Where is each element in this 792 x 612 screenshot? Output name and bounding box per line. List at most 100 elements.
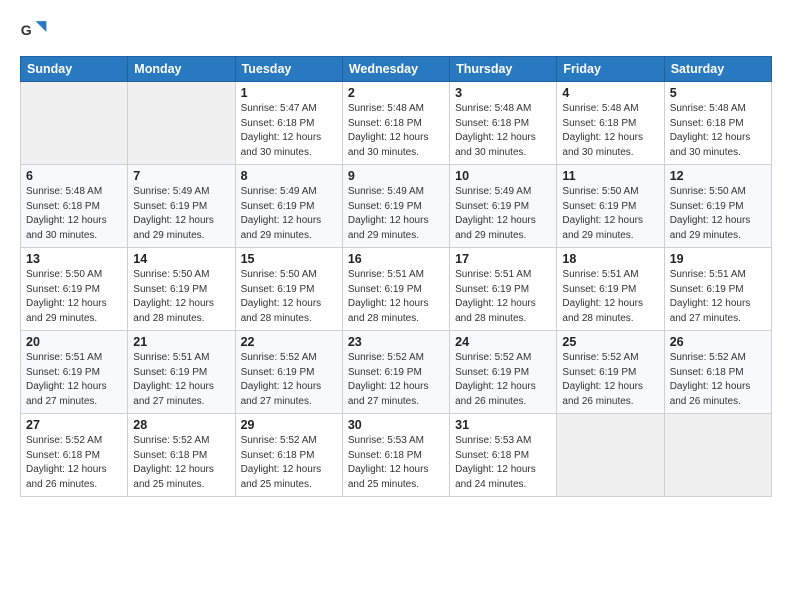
day-info: Sunrise: 5:49 AM Sunset: 6:19 PM Dayligh… — [241, 185, 337, 243]
day-number: 9 — [348, 169, 444, 183]
weekday-header-sunday: Sunday — [21, 57, 128, 82]
day-info: Sunrise: 5:48 AM Sunset: 6:18 PM Dayligh… — [455, 102, 551, 160]
calendar-cell — [557, 414, 664, 497]
day-number: 20 — [26, 335, 122, 349]
day-info: Sunrise: 5:50 AM Sunset: 6:19 PM Dayligh… — [670, 185, 766, 243]
day-info: Sunrise: 5:47 AM Sunset: 6:18 PM Dayligh… — [241, 102, 337, 160]
calendar-cell: 9 Sunrise: 5:49 AM Sunset: 6:19 PM Daylig… — [342, 165, 449, 248]
day-number: 23 — [348, 335, 444, 349]
calendar-cell: 12 Sunrise: 5:50 AM Sunset: 6:19 PM Dayli… — [664, 165, 771, 248]
logo: G — [20, 18, 52, 46]
day-info: Sunrise: 5:49 AM Sunset: 6:19 PM Dayligh… — [455, 185, 551, 243]
day-info: Sunrise: 5:48 AM Sunset: 6:18 PM Dayligh… — [562, 102, 658, 160]
calendar-cell: 11 Sunrise: 5:50 AM Sunset: 6:19 PM Dayli… — [557, 165, 664, 248]
day-number: 30 — [348, 418, 444, 432]
day-number: 18 — [562, 252, 658, 266]
day-number: 14 — [133, 252, 229, 266]
calendar-cell: 20 Sunrise: 5:51 AM Sunset: 6:19 PM Dayli… — [21, 331, 128, 414]
page: G SundayMondayTuesdayWednesdayThursdayFr… — [0, 0, 792, 612]
day-info: Sunrise: 5:53 AM Sunset: 6:18 PM Dayligh… — [348, 434, 444, 492]
weekday-header-saturday: Saturday — [664, 57, 771, 82]
calendar-cell: 29 Sunrise: 5:52 AM Sunset: 6:18 PM Dayli… — [235, 414, 342, 497]
calendar-cell — [128, 82, 235, 165]
calendar-cell: 6 Sunrise: 5:48 AM Sunset: 6:18 PM Daylig… — [21, 165, 128, 248]
header: G — [20, 18, 772, 46]
day-info: Sunrise: 5:48 AM Sunset: 6:18 PM Dayligh… — [348, 102, 444, 160]
calendar-cell: 4 Sunrise: 5:48 AM Sunset: 6:18 PM Daylig… — [557, 82, 664, 165]
calendar-cell: 19 Sunrise: 5:51 AM Sunset: 6:19 PM Dayli… — [664, 248, 771, 331]
day-info: Sunrise: 5:50 AM Sunset: 6:19 PM Dayligh… — [241, 268, 337, 326]
day-info: Sunrise: 5:48 AM Sunset: 6:18 PM Dayligh… — [26, 185, 122, 243]
calendar-cell: 31 Sunrise: 5:53 AM Sunset: 6:18 PM Dayli… — [450, 414, 557, 497]
svg-text:G: G — [21, 22, 32, 38]
calendar-cell — [664, 414, 771, 497]
calendar-cell: 17Sunrise: 5:51 AM Sunset: 6:19 PM Dayli… — [450, 248, 557, 331]
day-info: Sunrise: 5:51 AM Sunset: 6:19 PM Dayligh… — [26, 351, 122, 409]
day-number: 2 — [348, 86, 444, 100]
calendar-cell: 30 Sunrise: 5:53 AM Sunset: 6:18 PM Dayli… — [342, 414, 449, 497]
day-number: 10 — [455, 169, 551, 183]
day-info: Sunrise: 5:51 AM Sunset: 6:19 PM Dayligh… — [348, 268, 444, 326]
day-number: 24 — [455, 335, 551, 349]
day-number: 25 — [562, 335, 658, 349]
weekday-header-wednesday: Wednesday — [342, 57, 449, 82]
week-row-1: 1 Sunrise: 5:47 AM Sunset: 6:18 PM Daylig… — [21, 82, 772, 165]
day-number: 1 — [241, 86, 337, 100]
weekday-header-friday: Friday — [557, 57, 664, 82]
day-number: 11 — [562, 169, 658, 183]
calendar-cell: 28 Sunrise: 5:52 AM Sunset: 6:18 PM Dayli… — [128, 414, 235, 497]
week-row-3: 13 Sunrise: 5:50 AM Sunset: 6:19 PM Dayli… — [21, 248, 772, 331]
week-row-2: 6 Sunrise: 5:48 AM Sunset: 6:18 PM Daylig… — [21, 165, 772, 248]
day-number: 21 — [133, 335, 229, 349]
calendar-cell: 26 Sunrise: 5:52 AM Sunset: 6:18 PM Dayli… — [664, 331, 771, 414]
calendar-cell: 8 Sunrise: 5:49 AM Sunset: 6:19 PM Daylig… — [235, 165, 342, 248]
day-number: 29 — [241, 418, 337, 432]
week-row-5: 27Sunrise: 5:52 AM Sunset: 6:18 PM Dayli… — [21, 414, 772, 497]
calendar-cell: 21 Sunrise: 5:51 AM Sunset: 6:19 PM Dayli… — [128, 331, 235, 414]
day-info: Sunrise: 5:51 AM Sunset: 6:19 PM Dayligh… — [670, 268, 766, 326]
weekday-header-row: SundayMondayTuesdayWednesdayThursdayFrid… — [21, 57, 772, 82]
day-number: 13 — [26, 252, 122, 266]
day-info: Sunrise: 5:49 AM Sunset: 6:19 PM Dayligh… — [348, 185, 444, 243]
day-info: Sunrise: 5:49 AM Sunset: 6:19 PM Dayligh… — [133, 185, 229, 243]
day-number: 28 — [133, 418, 229, 432]
calendar-cell: 7 Sunrise: 5:49 AM Sunset: 6:19 PM Daylig… — [128, 165, 235, 248]
day-number: 16 — [348, 252, 444, 266]
calendar-cell: 24Sunrise: 5:52 AM Sunset: 6:19 PM Dayli… — [450, 331, 557, 414]
calendar: SundayMondayTuesdayWednesdayThursdayFrid… — [20, 56, 772, 497]
day-number: 26 — [670, 335, 766, 349]
logo-icon: G — [20, 18, 48, 46]
day-number: 19 — [670, 252, 766, 266]
calendar-cell: 3Sunrise: 5:48 AM Sunset: 6:18 PM Daylig… — [450, 82, 557, 165]
calendar-cell: 15 Sunrise: 5:50 AM Sunset: 6:19 PM Dayli… — [235, 248, 342, 331]
calendar-cell: 13 Sunrise: 5:50 AM Sunset: 6:19 PM Dayli… — [21, 248, 128, 331]
day-info: Sunrise: 5:52 AM Sunset: 6:18 PM Dayligh… — [26, 434, 122, 492]
day-number: 8 — [241, 169, 337, 183]
calendar-cell: 22Sunrise: 5:52 AM Sunset: 6:19 PM Dayli… — [235, 331, 342, 414]
calendar-cell: 1 Sunrise: 5:47 AM Sunset: 6:18 PM Daylig… — [235, 82, 342, 165]
day-info: Sunrise: 5:53 AM Sunset: 6:18 PM Dayligh… — [455, 434, 551, 492]
day-info: Sunrise: 5:50 AM Sunset: 6:19 PM Dayligh… — [133, 268, 229, 326]
day-info: Sunrise: 5:52 AM Sunset: 6:18 PM Dayligh… — [241, 434, 337, 492]
calendar-cell — [21, 82, 128, 165]
weekday-header-thursday: Thursday — [450, 57, 557, 82]
day-number: 4 — [562, 86, 658, 100]
day-info: Sunrise: 5:48 AM Sunset: 6:18 PM Dayligh… — [670, 102, 766, 160]
day-number: 12 — [670, 169, 766, 183]
day-number: 22 — [241, 335, 337, 349]
weekday-header-tuesday: Tuesday — [235, 57, 342, 82]
calendar-cell: 2 Sunrise: 5:48 AM Sunset: 6:18 PM Daylig… — [342, 82, 449, 165]
day-info: Sunrise: 5:52 AM Sunset: 6:18 PM Dayligh… — [670, 351, 766, 409]
day-number: 15 — [241, 252, 337, 266]
day-number: 17 — [455, 252, 551, 266]
day-number: 6 — [26, 169, 122, 183]
day-info: Sunrise: 5:51 AM Sunset: 6:19 PM Dayligh… — [133, 351, 229, 409]
day-number: 31 — [455, 418, 551, 432]
day-info: Sunrise: 5:52 AM Sunset: 6:18 PM Dayligh… — [133, 434, 229, 492]
day-number: 7 — [133, 169, 229, 183]
day-info: Sunrise: 5:52 AM Sunset: 6:19 PM Dayligh… — [562, 351, 658, 409]
day-info: Sunrise: 5:50 AM Sunset: 6:19 PM Dayligh… — [562, 185, 658, 243]
calendar-cell: 23Sunrise: 5:52 AM Sunset: 6:19 PM Dayli… — [342, 331, 449, 414]
day-info: Sunrise: 5:50 AM Sunset: 6:19 PM Dayligh… — [26, 268, 122, 326]
weekday-header-monday: Monday — [128, 57, 235, 82]
